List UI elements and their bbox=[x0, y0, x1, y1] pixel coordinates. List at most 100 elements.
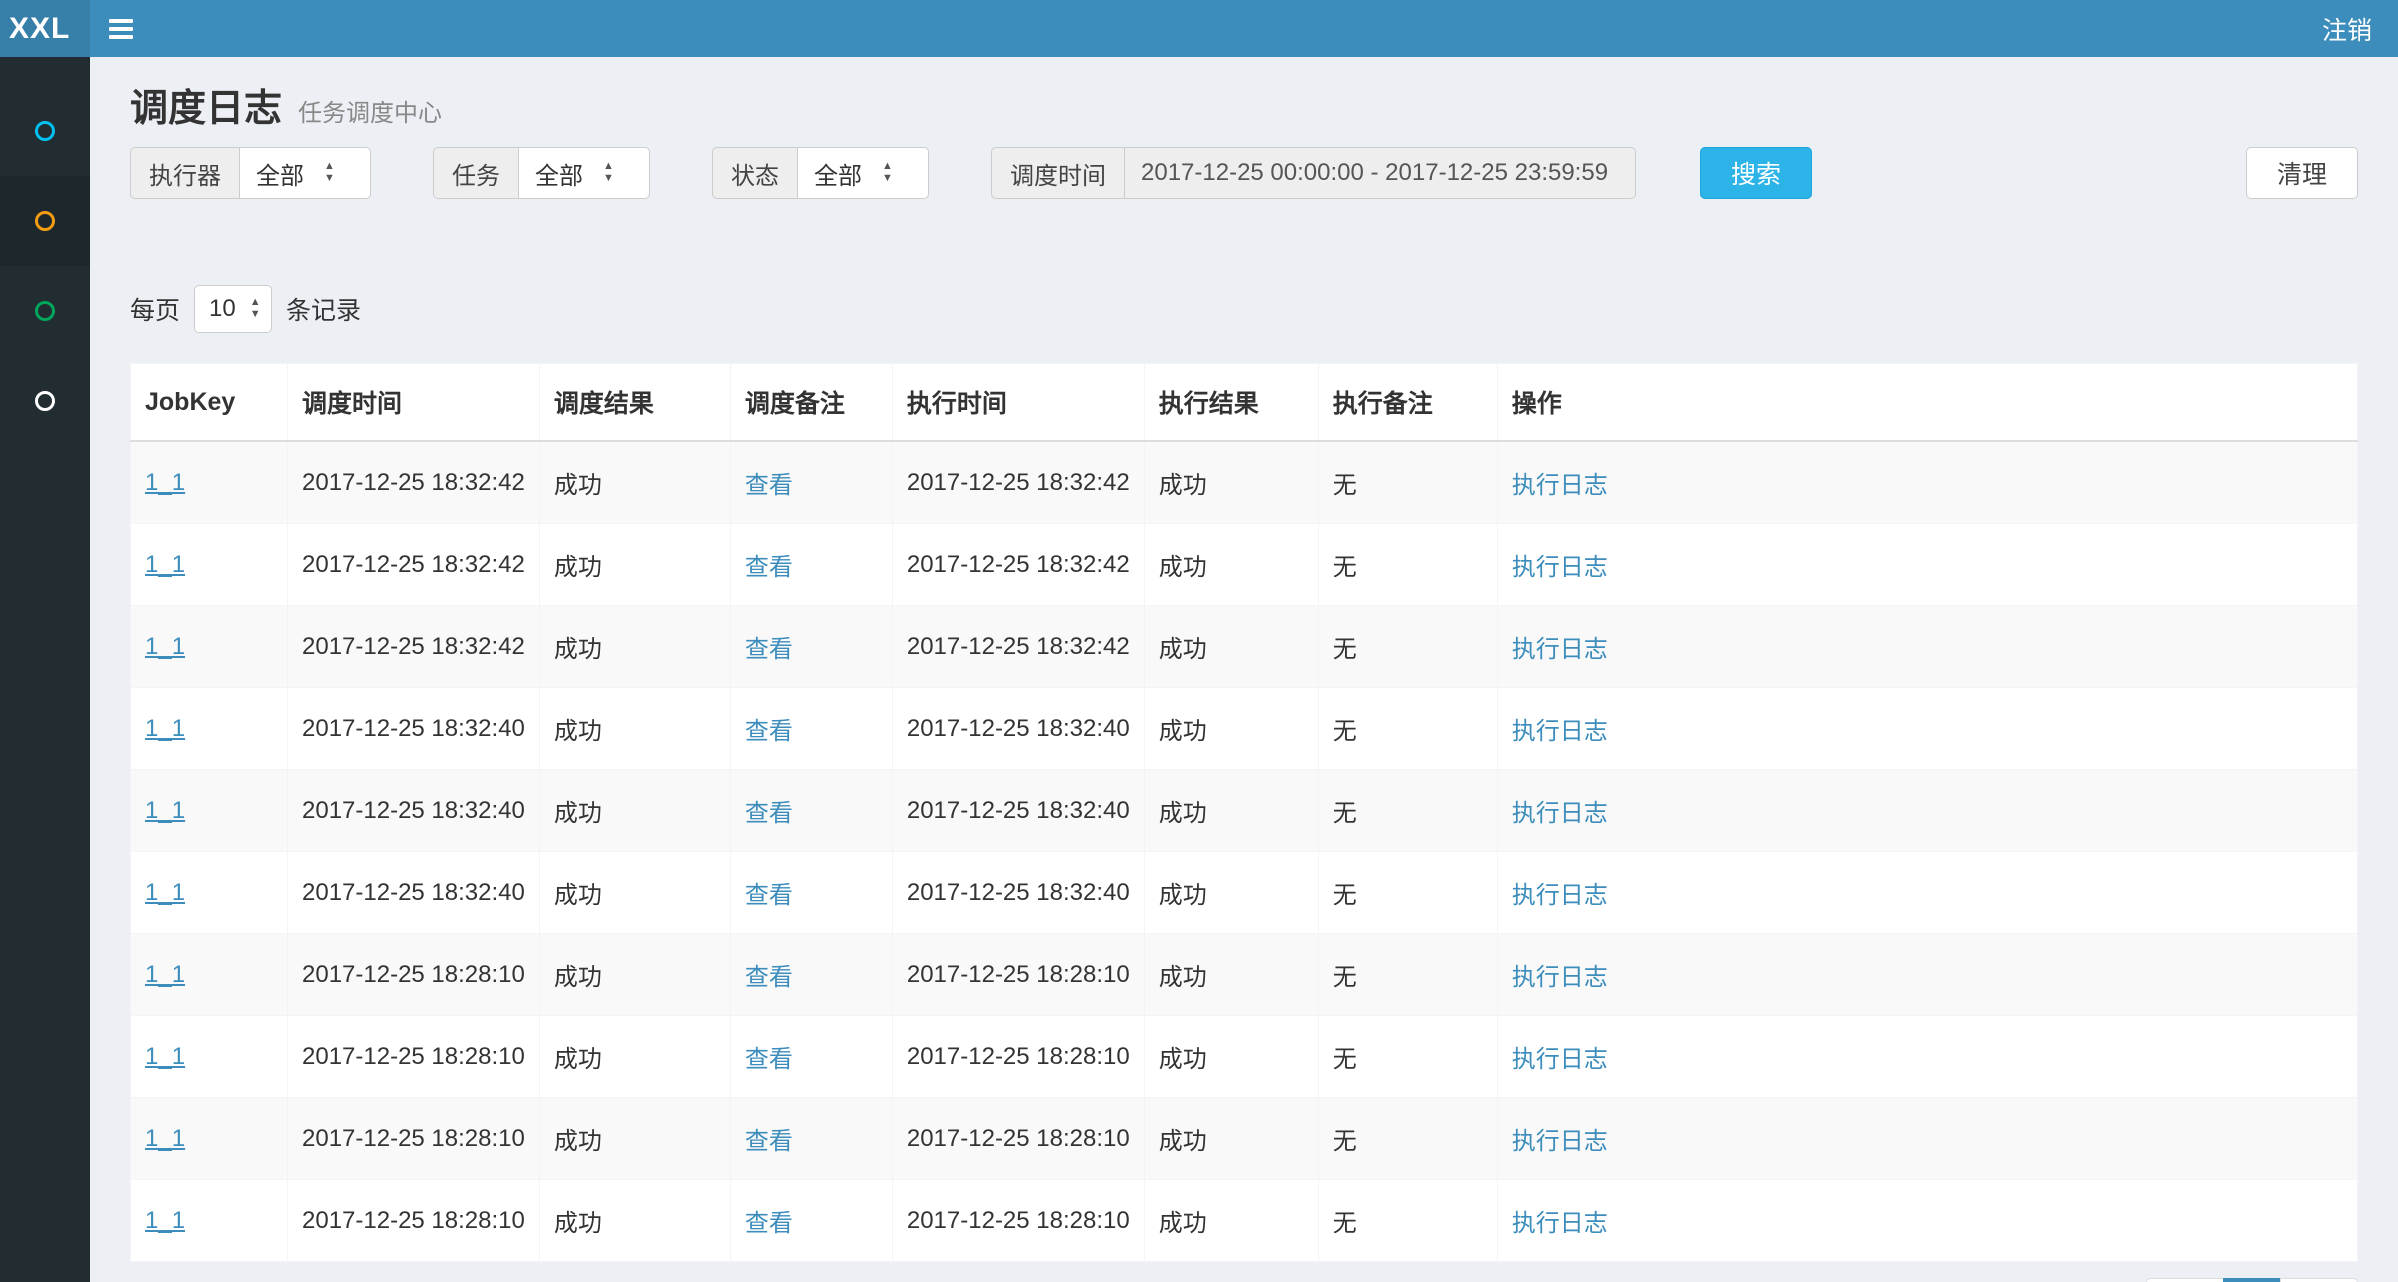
jobkey-link[interactable]: 1_1 bbox=[145, 715, 185, 742]
view-trigger-msg-link[interactable]: 查看 bbox=[745, 882, 793, 909]
exec-log-link[interactable]: 执行日志 bbox=[1512, 554, 1608, 581]
trigger-result-cell: 成功 bbox=[539, 688, 730, 770]
job-select[interactable]: 全部 ▲▼ bbox=[518, 147, 650, 199]
handle-result-cell: 成功 bbox=[1144, 441, 1318, 524]
page-size-suffix: 条记录 bbox=[286, 291, 361, 327]
exec-log-link[interactable]: 执行日志 bbox=[1512, 964, 1608, 991]
view-trigger-msg-link[interactable]: 查看 bbox=[745, 1128, 793, 1155]
trigger-result-cell: 成功 bbox=[539, 441, 730, 524]
handle-msg-cell: 无 bbox=[1318, 1016, 1497, 1098]
search-button[interactable]: 搜索 bbox=[1700, 147, 1812, 199]
jobkey-cell: 1_1 bbox=[131, 606, 288, 688]
trigger-result-cell: 成功 bbox=[539, 1016, 730, 1098]
trigger-result-cell: 成功 bbox=[539, 1180, 730, 1262]
jobkey-cell: 1_1 bbox=[131, 441, 288, 524]
handle-msg-cell: 无 bbox=[1318, 441, 1497, 524]
exec-log-link[interactable]: 执行日志 bbox=[1512, 1210, 1608, 1237]
trigger-time-cell: 2017-12-25 18:28:10 bbox=[288, 1016, 540, 1098]
action-cell: 执行日志 bbox=[1497, 441, 2357, 524]
sidebar-item-4[interactable] bbox=[0, 356, 90, 446]
jobkey-link[interactable]: 1_1 bbox=[145, 1125, 185, 1152]
jobkey-cell: 1_1 bbox=[131, 1180, 288, 1262]
handle-time-cell: 2017-12-25 18:32:42 bbox=[892, 606, 1144, 688]
exec-log-link[interactable]: 执行日志 bbox=[1512, 1128, 1608, 1155]
table-row: 1_1 2017-12-25 18:32:40 成功 查看 2017-12-25… bbox=[131, 852, 2358, 934]
header-trigger-result: 调度结果 bbox=[539, 364, 730, 442]
view-trigger-msg-link[interactable]: 查看 bbox=[745, 636, 793, 663]
current-page-button[interactable]: 1 bbox=[2223, 1278, 2281, 1282]
jobkey-link[interactable]: 1_1 bbox=[145, 1043, 185, 1070]
exec-log-link[interactable]: 执行日志 bbox=[1512, 472, 1608, 499]
jobkey-link[interactable]: 1_1 bbox=[145, 633, 185, 660]
exec-log-link[interactable]: 执行日志 bbox=[1512, 800, 1608, 827]
next-page-button[interactable]: 下页 bbox=[2280, 1278, 2358, 1282]
status-label: 状态 bbox=[712, 147, 797, 199]
view-trigger-msg-link[interactable]: 查看 bbox=[745, 472, 793, 499]
jobkey-link[interactable]: 1_1 bbox=[145, 879, 185, 906]
sidebar-toggle-button[interactable] bbox=[90, 0, 152, 57]
handle-result-cell: 成功 bbox=[1144, 770, 1318, 852]
trigger-time-range-input[interactable]: 2017-12-25 00:00:00 - 2017-12-25 23:59:5… bbox=[1124, 147, 1636, 199]
circle-icon bbox=[35, 301, 55, 321]
handle-msg-cell: 无 bbox=[1318, 770, 1497, 852]
exec-log-link[interactable]: 执行日志 bbox=[1512, 636, 1608, 663]
action-cell: 执行日志 bbox=[1497, 934, 2357, 1016]
handle-time-cell: 2017-12-25 18:32:40 bbox=[892, 770, 1144, 852]
sidebar-item-2-active[interactable] bbox=[0, 176, 90, 266]
jobkey-cell: 1_1 bbox=[131, 1016, 288, 1098]
jobkey-link[interactable]: 1_1 bbox=[145, 961, 185, 988]
trigger-msg-cell: 查看 bbox=[730, 1098, 892, 1180]
trigger-msg-cell: 查看 bbox=[730, 934, 892, 1016]
handle-result-cell: 成功 bbox=[1144, 934, 1318, 1016]
handle-result-cell: 成功 bbox=[1144, 524, 1318, 606]
jobkey-link[interactable]: 1_1 bbox=[145, 797, 185, 824]
action-cell: 执行日志 bbox=[1497, 770, 2357, 852]
trigger-msg-cell: 查看 bbox=[730, 770, 892, 852]
trigger-time-cell: 2017-12-25 18:28:10 bbox=[288, 934, 540, 1016]
handle-time-cell: 2017-12-25 18:28:10 bbox=[892, 934, 1144, 1016]
trigger-result-cell: 成功 bbox=[539, 934, 730, 1016]
table-row: 1_1 2017-12-25 18:28:10 成功 查看 2017-12-25… bbox=[131, 1016, 2358, 1098]
executor-label: 执行器 bbox=[130, 147, 239, 199]
table-row: 1_1 2017-12-25 18:32:42 成功 查看 2017-12-25… bbox=[131, 524, 2358, 606]
exec-log-link[interactable]: 执行日志 bbox=[1512, 882, 1608, 909]
clear-button[interactable]: 清理 bbox=[2246, 147, 2358, 199]
sidebar-item-3[interactable] bbox=[0, 266, 90, 356]
view-trigger-msg-link[interactable]: 查看 bbox=[745, 1210, 793, 1237]
header-handle-time: 执行时间 bbox=[892, 364, 1144, 442]
view-trigger-msg-link[interactable]: 查看 bbox=[745, 800, 793, 827]
sidebar-item-1[interactable] bbox=[0, 86, 90, 176]
exec-log-link[interactable]: 执行日志 bbox=[1512, 718, 1608, 745]
executor-select[interactable]: 全部 ▲▼ bbox=[239, 147, 371, 199]
handle-time-cell: 2017-12-25 18:28:10 bbox=[892, 1180, 1144, 1262]
job-select-value: 全部 bbox=[535, 156, 583, 191]
log-table: JobKey 调度时间 调度结果 调度备注 执行时间 执行结果 执行备注 操作 … bbox=[130, 363, 2358, 1262]
handle-msg-cell: 无 bbox=[1318, 852, 1497, 934]
page-size-value: 10 bbox=[209, 295, 236, 323]
view-trigger-msg-link[interactable]: 查看 bbox=[745, 554, 793, 581]
action-cell: 执行日志 bbox=[1497, 1098, 2357, 1180]
table-row: 1_1 2017-12-25 18:32:42 成功 查看 2017-12-25… bbox=[131, 441, 2358, 524]
trigger-msg-cell: 查看 bbox=[730, 1016, 892, 1098]
page-size-select[interactable]: 10 ▲▼ bbox=[194, 285, 272, 333]
handle-time-cell: 2017-12-25 18:32:40 bbox=[892, 688, 1144, 770]
jobkey-cell: 1_1 bbox=[131, 934, 288, 1016]
prev-page-button[interactable]: 上页 bbox=[2146, 1278, 2224, 1282]
jobkey-link[interactable]: 1_1 bbox=[145, 469, 185, 496]
status-select[interactable]: 全部 ▲▼ bbox=[797, 147, 929, 199]
page-size-row: 每页 10 ▲▼ 条记录 bbox=[130, 285, 2358, 333]
exec-log-link[interactable]: 执行日志 bbox=[1512, 1046, 1608, 1073]
jobkey-link[interactable]: 1_1 bbox=[145, 551, 185, 578]
handle-msg-cell: 无 bbox=[1318, 688, 1497, 770]
view-trigger-msg-link[interactable]: 查看 bbox=[745, 964, 793, 991]
trigger-time-cell: 2017-12-25 18:32:42 bbox=[288, 606, 540, 688]
logout-link[interactable]: 注销 bbox=[2296, 0, 2398, 57]
view-trigger-msg-link[interactable]: 查看 bbox=[745, 1046, 793, 1073]
trigger-msg-cell: 查看 bbox=[730, 441, 892, 524]
jobkey-link[interactable]: 1_1 bbox=[145, 1207, 185, 1234]
view-trigger-msg-link[interactable]: 查看 bbox=[745, 718, 793, 745]
trigger-msg-cell: 查看 bbox=[730, 688, 892, 770]
header-handle-msg: 执行备注 bbox=[1318, 364, 1497, 442]
action-cell: 执行日志 bbox=[1497, 688, 2357, 770]
trigger-time-cell: 2017-12-25 18:32:40 bbox=[288, 688, 540, 770]
